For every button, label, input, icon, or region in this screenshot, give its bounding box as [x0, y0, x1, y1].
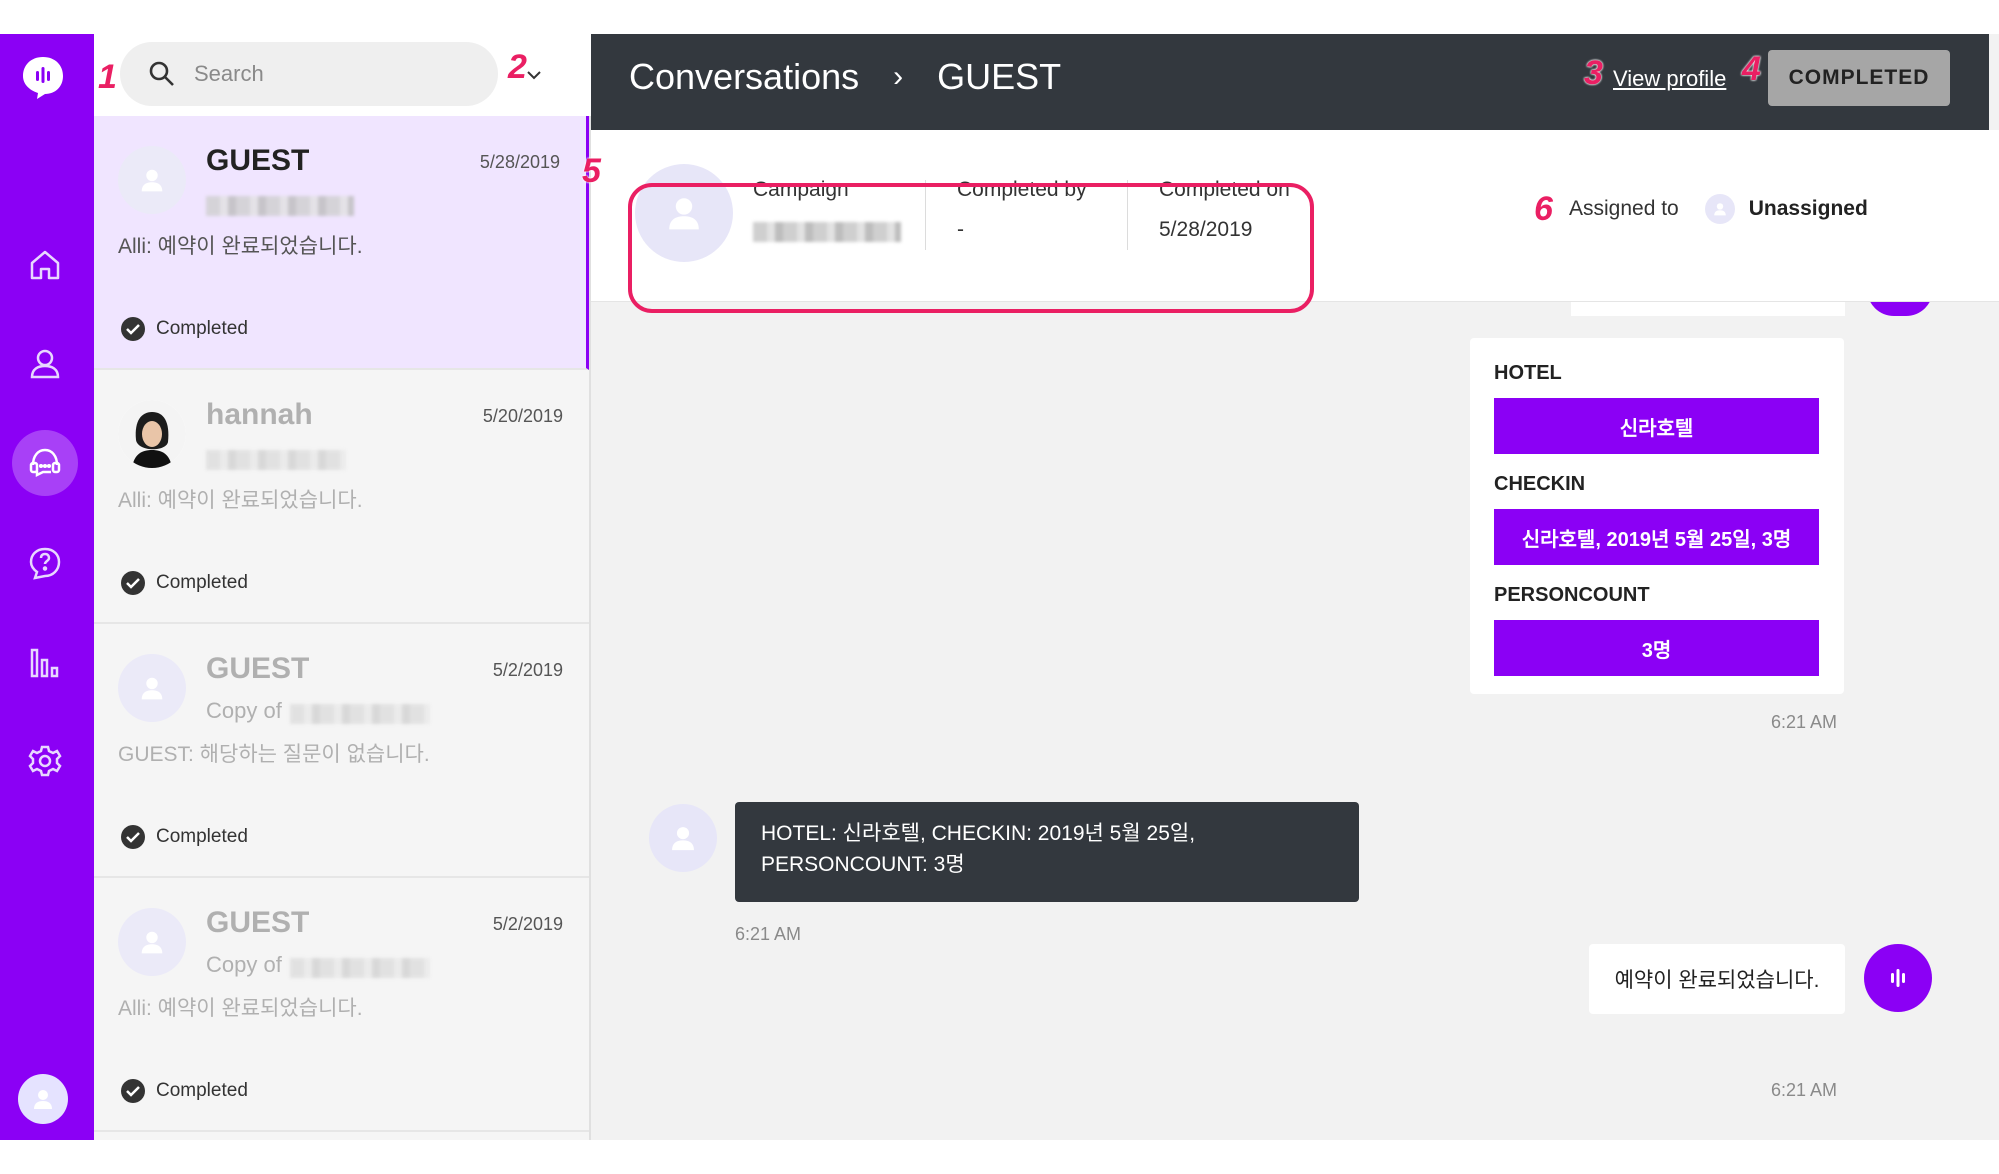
conversation-list: GUEST 5/28/2019 Alli: 예약이 완료되었습니다. Compl…: [94, 34, 591, 1140]
status-label: Completed: [156, 572, 248, 593]
conversation-name: hannah: [206, 398, 313, 431]
status-label: Completed: [156, 318, 248, 339]
breadcrumb-separator: ›: [893, 60, 904, 93]
form-summary-card: HOTEL 신라호텔 CHECKIN 신라호텔, 2019년 5월 25일, 3…: [1470, 338, 1844, 694]
message-timestamp: 6:21 AM: [1771, 712, 1838, 732]
conversation-item[interactable]: hannah 5/20/2019 Alli: 예약이 완료되었습니다. Comp…: [94, 370, 589, 624]
status-badge: Completed: [120, 1078, 248, 1104]
breadcrumb-current: GUEST: [937, 56, 1062, 97]
conversation-subtitle: Copy of: [206, 698, 282, 723]
field-value-button[interactable]: 신라호텔: [1494, 398, 1819, 454]
avatar: [118, 400, 186, 468]
annotation-marker: 3: [1584, 54, 1603, 92]
check-circle-icon: [121, 1079, 145, 1103]
avatar: [118, 654, 186, 722]
status-badge: Completed: [120, 570, 248, 596]
chat-transcript: HOTEL 신라호텔 CHECKIN 신라호텔, 2019년 5월 25일, 3…: [591, 302, 1999, 1140]
conversation-name: GUEST: [206, 906, 310, 939]
chat-icon[interactable]: [12, 430, 78, 496]
assignee-avatar: [1704, 194, 1735, 224]
annotation-marker: 2: [508, 48, 527, 86]
annotation-marker: 6: [1534, 190, 1553, 228]
avatar: [118, 908, 186, 976]
check-circle-icon: [121, 825, 145, 849]
user-message-line: HOTEL: 신라호텔, CHECKIN: 2019년 5월 25일,: [761, 822, 1196, 845]
redacted-text: [206, 450, 346, 470]
redacted-text: [206, 196, 354, 216]
view-profile-link[interactable]: View profile: [1613, 66, 1726, 92]
message-timestamp: 6:21 AM: [735, 924, 802, 944]
conversation-last-message: GUEST: 해당하는 질문이 없습니다.: [118, 743, 430, 766]
user-avatar: [649, 804, 717, 872]
app-window: GUEST 5/28/2019 Alli: 예약이 완료되었습니다. Compl…: [0, 34, 1999, 1140]
conversation-item[interactable]: GUEST 5/2/2019 Copy of GUEST: 해당하는 질문이 없…: [94, 624, 589, 878]
check-circle-icon: [121, 571, 145, 595]
annotation-marker: 1: [98, 58, 117, 96]
search-box[interactable]: [120, 42, 498, 106]
status-label: Completed: [156, 826, 248, 847]
check-circle-icon: [121, 317, 145, 341]
settings-icon[interactable]: [12, 728, 78, 794]
redacted-text: [290, 958, 430, 978]
conversation-date: 5/28/2019: [479, 152, 560, 172]
user-message-line: PERSONCOUNT: 3명: [761, 853, 965, 876]
annotation-marker: 5: [582, 152, 601, 190]
field-label: HOTEL: [1494, 362, 1562, 384]
field-value-button[interactable]: 신라호텔, 2019년 5월 25일, 3명: [1494, 509, 1819, 565]
analytics-icon[interactable]: [12, 630, 78, 696]
home-icon[interactable]: [12, 232, 78, 298]
conversation-item[interactable]: GUEST 5/28/2019 Alli: 예약이 완료되었습니다. Compl…: [94, 116, 589, 370]
top-bar: Conversations › GUEST View profile COMPL…: [591, 34, 1989, 130]
status-label: Completed: [156, 1080, 248, 1101]
bot-message-bubble: 예약이 완료되었습니다.: [1589, 944, 1845, 1014]
conversation-last-message: Alli: 예약이 완료되었습니다.: [118, 997, 363, 1020]
breadcrumb: Conversations › GUEST: [629, 56, 1061, 98]
redacted-text: [290, 704, 430, 724]
avatar: [118, 146, 186, 214]
status-badge: Completed: [120, 316, 248, 342]
conversation-last-message: Alli: 예약이 완료되었습니다.: [118, 235, 363, 258]
status-badge: Completed: [120, 824, 248, 850]
assigned-label: Assigned to: [1569, 197, 1679, 220]
field-label: CHECKIN: [1494, 473, 1586, 495]
search-input[interactable]: [194, 61, 454, 87]
bot-avatar: [1867, 302, 1933, 316]
conversation-date: 5/2/2019: [492, 660, 563, 680]
help-icon[interactable]: [12, 530, 78, 596]
annotation-marker: 4: [1742, 50, 1761, 88]
field-value-button[interactable]: 3명: [1494, 620, 1819, 676]
conversation-item[interactable]: GUEST 5/2/2019 Copy of Alli: 예약이 완료되었습니다…: [94, 878, 589, 1132]
field-label: PERSONCOUNT: [1494, 584, 1650, 606]
search-icon: [149, 61, 174, 86]
previous-message-card: [1571, 302, 1845, 316]
conversation-subtitle: Copy of: [206, 952, 282, 977]
annotation-highlight-box: [628, 183, 1314, 313]
logo-icon[interactable]: [19, 53, 67, 101]
user-icon[interactable]: [12, 330, 78, 396]
icon-rail: [0, 34, 94, 1140]
conversation-date: 5/20/2019: [482, 406, 563, 426]
completed-status-button[interactable]: COMPLETED: [1768, 50, 1950, 106]
conversation-name: GUEST: [206, 144, 310, 177]
conversation-last-message: Alli: 예약이 완료되었습니다.: [118, 489, 363, 512]
conversation-date: 5/2/2019: [492, 914, 563, 934]
bot-avatar: [1864, 944, 1932, 1012]
bot-logo-icon: [1891, 969, 1905, 987]
account-avatar[interactable]: [18, 1074, 68, 1124]
assignee-name: Unassigned: [1748, 197, 1868, 220]
breadcrumb-conversations[interactable]: Conversations: [629, 56, 859, 98]
user-message-bubble: HOTEL: 신라호텔, CHECKIN: 2019년 5월 25일, PERS…: [735, 802, 1359, 902]
message-timestamp: 6:21 AM: [1771, 1080, 1838, 1100]
assignee-selector[interactable]: Assigned to Unassigned: [1569, 194, 1868, 224]
conversation-name: GUEST: [206, 652, 310, 685]
